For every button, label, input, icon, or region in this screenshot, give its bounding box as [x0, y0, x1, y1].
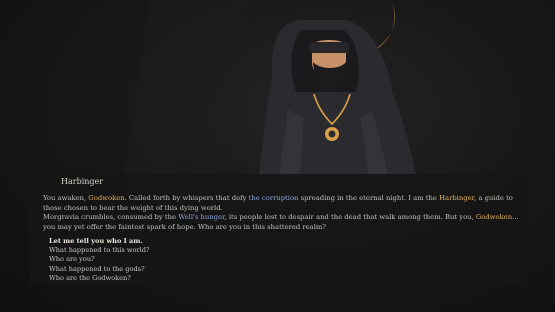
narration-text: You awaken, Godwoken. Called forth by wh… — [43, 194, 521, 232]
choice-what-happened-world[interactable]: What happened to this world? — [49, 246, 249, 255]
narration-paragraph-1: You awaken, Godwoken. Called forth by wh… — [43, 194, 513, 212]
choice-tell-who-i-am[interactable]: Let me tell you who I am. — [49, 237, 249, 246]
blindfold — [309, 42, 349, 53]
keyword-corruption[interactable]: the corruption — [249, 194, 299, 202]
keyword-godwoken[interactable]: Godwoken — [88, 194, 124, 202]
choice-who-are-godwoken[interactable]: Who are the Godwoken? — [49, 274, 249, 283]
choice-what-happened-gods[interactable]: What happened to the gods? — [49, 265, 249, 274]
dialogue-choices: Let me tell you who I am. What happened … — [49, 237, 249, 283]
keyword-wells-hunger[interactable]: Well's hunger — [178, 213, 224, 221]
choice-who-are-you[interactable]: Who are you? — [49, 255, 249, 264]
keyword-godwoken-2[interactable]: Godwoken — [476, 213, 512, 221]
game-scene: Harbinger You awaken, Godwoken. Called f… — [0, 0, 555, 312]
dialogue-panel: Harbinger You awaken, Godwoken. Called f… — [29, 174, 526, 285]
backdrop-shape — [120, 0, 250, 200]
keyword-harbinger[interactable]: Harbinger — [439, 194, 474, 202]
narration-paragraph-2: Morgravia crumbles, consumed by the Well… — [43, 213, 519, 231]
speaker-name: Harbinger — [61, 177, 104, 186]
